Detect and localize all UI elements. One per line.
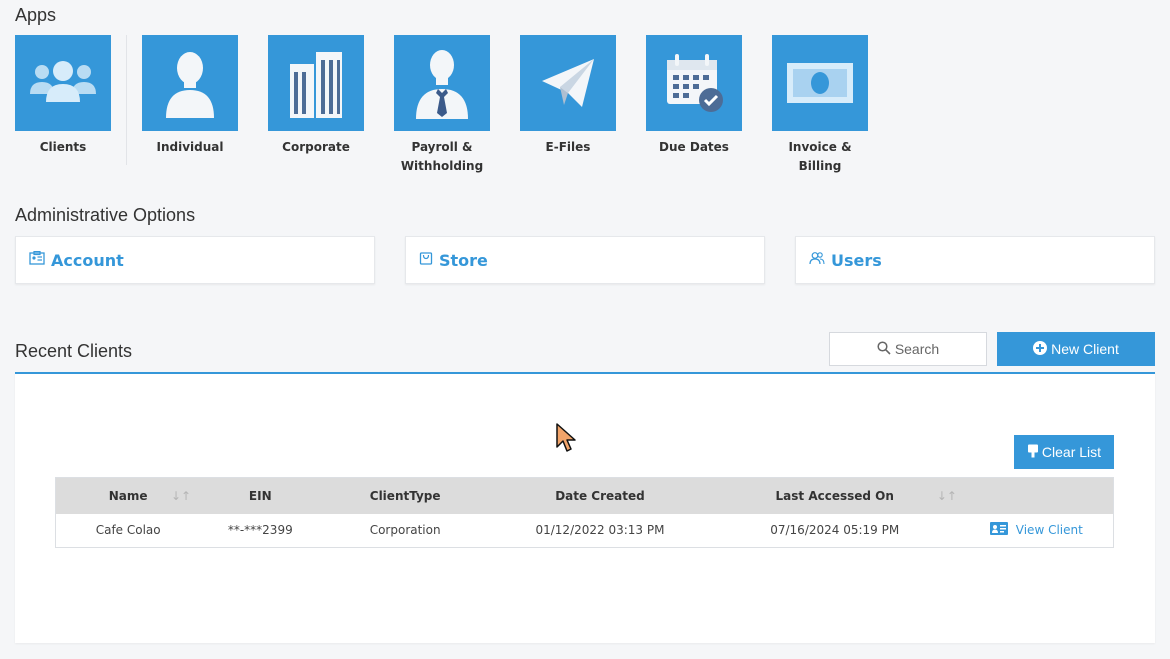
app-efiles[interactable]: E-Files bbox=[513, 35, 623, 157]
app-label: Payroll & Withholding bbox=[400, 140, 484, 173]
column-header-clienttype: ClientType bbox=[320, 477, 491, 514]
sort-icon[interactable]: ↓↑ bbox=[171, 489, 191, 503]
column-header-label: Name bbox=[108, 488, 148, 503]
column-header-label: EIN bbox=[248, 488, 272, 503]
view-client-link[interactable]: View Client bbox=[989, 522, 1083, 538]
recent-clients-title: Recent Clients bbox=[15, 341, 133, 361]
eraser-icon bbox=[1027, 444, 1039, 461]
column-header-date-created: Date Created bbox=[490, 477, 710, 514]
users-icon bbox=[809, 251, 825, 270]
apps-divider bbox=[126, 35, 127, 165]
app-individual[interactable]: Individual bbox=[135, 35, 245, 157]
app-clients[interactable]: Clients bbox=[8, 35, 118, 157]
search-button[interactable]: Search bbox=[829, 332, 987, 366]
businessman-icon bbox=[394, 35, 490, 131]
table-row: Cafe Colao **-***2399 Corporation 01/12/… bbox=[56, 514, 1114, 548]
client-name-cell: Cafe Colao bbox=[95, 523, 161, 538]
column-header-label: Date Created bbox=[555, 488, 645, 503]
column-header-label: Last Accessed On bbox=[775, 488, 894, 503]
view-client-label: View Client bbox=[1015, 523, 1083, 538]
account-card[interactable]: Account bbox=[15, 236, 375, 284]
paper-plane-icon bbox=[520, 35, 616, 131]
column-header-label: ClientType bbox=[369, 488, 441, 503]
app-label: Individual bbox=[156, 140, 224, 154]
users-icon bbox=[15, 35, 111, 131]
app-label: Due Dates bbox=[659, 140, 729, 154]
banknote-icon bbox=[772, 35, 868, 131]
client-type-cell: Corporation bbox=[369, 523, 441, 538]
action-cell: View Client bbox=[960, 514, 1114, 548]
id-card-icon bbox=[989, 522, 1008, 538]
table-header-row: Name ↓↑ EIN ClientType Date Created Last… bbox=[55, 477, 1114, 514]
apps-title: Apps bbox=[15, 5, 57, 25]
app-invoice-billing[interactable]: Invoice & Billing bbox=[765, 35, 875, 176]
users-card[interactable]: Users bbox=[795, 236, 1155, 284]
app-label: Clients bbox=[39, 140, 87, 154]
recent-clients-panel: Clear List Name ↓↑ EIN ClientType Date C… bbox=[15, 372, 1155, 643]
date-created-cell: 01/12/2022 03:13 PM bbox=[535, 523, 665, 538]
store-card[interactable]: Store bbox=[405, 236, 765, 284]
buildings-icon bbox=[268, 35, 364, 131]
person-icon bbox=[142, 35, 238, 131]
column-header-actions bbox=[959, 477, 1114, 514]
plus-circle-icon bbox=[1033, 340, 1048, 358]
account-label: Account bbox=[51, 250, 124, 270]
search-icon bbox=[877, 340, 891, 358]
search-label: Search bbox=[894, 341, 940, 357]
clear-list-label: Clear List bbox=[1041, 444, 1102, 460]
app-due-dates[interactable]: Due Dates bbox=[639, 35, 749, 157]
mouse-cursor-icon bbox=[556, 423, 576, 458]
new-client-button[interactable]: New Client bbox=[997, 332, 1155, 366]
column-header-ein: EIN bbox=[200, 477, 321, 514]
app-payroll[interactable]: Payroll & Withholding bbox=[387, 35, 497, 176]
new-client-label: New Client bbox=[1051, 341, 1119, 357]
clear-list-button[interactable]: Clear List bbox=[1014, 435, 1114, 469]
app-label: Invoice & Billing bbox=[788, 140, 852, 173]
admin-options-title: Administrative Options bbox=[15, 205, 196, 225]
app-corporate[interactable]: Corporate bbox=[261, 35, 371, 157]
column-header-name[interactable]: Name ↓↑ bbox=[55, 477, 201, 514]
store-label: Store bbox=[439, 250, 488, 270]
client-ein-cell: **-***2399 bbox=[227, 523, 293, 538]
calendar-check-icon bbox=[646, 35, 742, 131]
users-label: Users bbox=[831, 250, 882, 270]
recent-clients-table: Name ↓↑ EIN ClientType Date Created Last… bbox=[55, 477, 1114, 548]
shopping-bag-icon bbox=[419, 251, 433, 270]
id-card-icon bbox=[29, 250, 45, 270]
sort-icon[interactable]: ↓↑ bbox=[937, 489, 957, 503]
app-label: Corporate bbox=[282, 140, 350, 154]
app-label: E-Files bbox=[545, 140, 591, 154]
last-accessed-cell: 07/16/2024 05:19 PM bbox=[770, 523, 900, 538]
column-header-last-accessed[interactable]: Last Accessed On ↓↑ bbox=[709, 477, 960, 514]
